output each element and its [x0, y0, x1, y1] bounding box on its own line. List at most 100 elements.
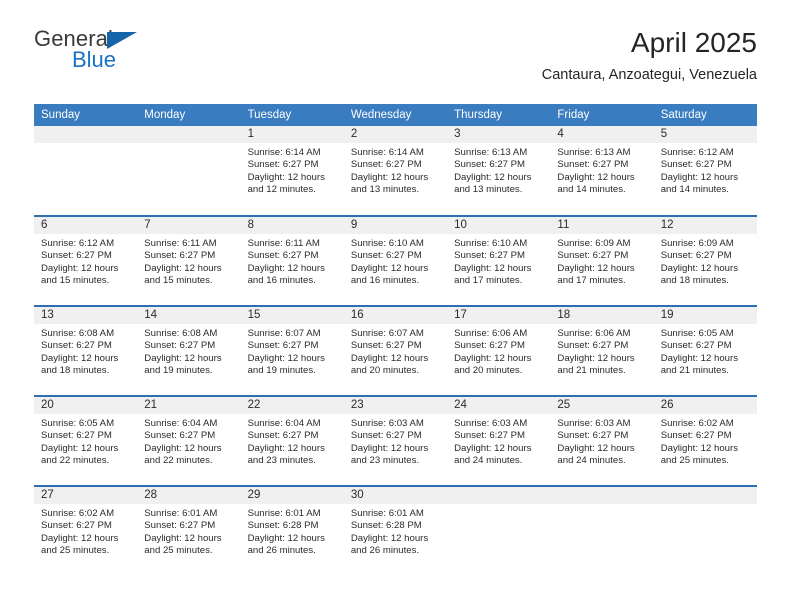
day-sunrise-text: Sunrise: 6:13 AM	[454, 147, 528, 158]
day-sunrise-text: Sunrise: 6:14 AM	[247, 147, 321, 158]
day-details: Sunrise: 6:07 AM Sunset: 6:27 PM Daylight:…	[344, 324, 447, 378]
day-sunrise-text: Sunrise: 6:05 AM	[660, 328, 734, 339]
day-daylight-line1-text: Daylight: 12 hours	[41, 532, 119, 544]
day-sunset-text: Sunset: 6:27 PM	[41, 430, 112, 442]
calendar-day-cell[interactable]: 3 Sunrise: 6:13 AM Sunset: 6:27 PM Daylight…	[447, 126, 551, 216]
day-number: 21	[137, 397, 241, 414]
day-sunset-text: Sunset: 6:27 PM	[144, 520, 216, 532]
calendar-day-cell[interactable]: 11 Sunrise: 6:09 AM Sunset: 6:27 PM Dayligh…	[550, 215, 654, 306]
day-sunrise-text: Sunrise: 6:01 AM	[247, 508, 321, 519]
calendar-day-cell[interactable]: 30 Sunrise: 6:01 AM Sunset: 6:28 PM Dayligh…	[343, 485, 448, 576]
general-blue-logo[interactable]: General Blue	[34, 26, 234, 88]
day-daylight-line1-text: Daylight: 12 hours	[660, 352, 739, 364]
day-details: Sunrise: 6:08 AM Sunset: 6:27 PM Daylight:…	[34, 324, 137, 378]
calendar-day-cell[interactable]: 6 Sunrise: 6:12 AM Sunset: 6:27 PM Daylight…	[34, 215, 138, 306]
calendar-day-cell[interactable]: 8 Sunrise: 6:11 AM Sunset: 6:27 PM Daylight…	[240, 215, 344, 306]
calendar-day-cell[interactable]: 1 Sunrise: 6:14 AM Sunset: 6:27 PM Daylight…	[240, 126, 344, 216]
day-sunrise-text: Sunrise: 6:03 AM	[350, 418, 424, 429]
day-number	[550, 487, 654, 504]
calendar-day-cell[interactable]: 26 Sunrise: 6:02 AM Sunset: 6:27 PM Dayligh…	[653, 395, 757, 486]
day-daylight-line2-text: and 18 minutes.	[41, 365, 110, 377]
calendar-day-cell[interactable]: 12 Sunrise: 6:09 AM Sunset: 6:27 PM Dayligh…	[653, 215, 757, 306]
calendar-day-cell[interactable]: 2 Sunrise: 6:14 AM Sunset: 6:27 PM Daylight…	[343, 126, 448, 216]
day-daylight-line2-text: and 17 minutes.	[454, 275, 523, 287]
day-sunrise-text: Sunrise: 6:06 AM	[454, 328, 528, 339]
calendar-day-cell[interactable]: 9 Sunrise: 6:10 AM Sunset: 6:27 PM Daylight…	[343, 215, 448, 306]
day-daylight-line1-text: Daylight: 12 hours	[350, 442, 429, 454]
calendar-day-cell[interactable]: 10 Sunrise: 6:10 AM Sunset: 6:27 PM Dayligh…	[447, 215, 551, 306]
day-daylight-line2-text: and 25 minutes.	[41, 545, 110, 557]
calendar-day-cell[interactable]: 13 Sunrise: 6:08 AM Sunset: 6:27 PM Dayligh…	[34, 305, 138, 396]
day-number: 19	[653, 307, 757, 324]
day-daylight-line1-text: Daylight: 12 hours	[454, 171, 532, 183]
day-sunrise-text: Sunrise: 6:07 AM	[247, 328, 321, 339]
calendar-day-cell[interactable]: 28 Sunrise: 6:01 AM Sunset: 6:27 PM Dayligh…	[137, 485, 241, 576]
day-daylight-line1-text: Daylight: 12 hours	[247, 171, 325, 183]
day-daylight-line2-text: and 15 minutes.	[144, 275, 213, 287]
day-details: Sunrise: 6:11 AM Sunset: 6:27 PM Daylight:…	[137, 234, 240, 288]
day-daylight-line1-text: Daylight: 12 hours	[454, 352, 532, 364]
day-daylight-line2-text: and 24 minutes.	[557, 455, 626, 467]
day-details: Sunrise: 6:03 AM Sunset: 6:27 PM Daylight:…	[550, 414, 653, 468]
calendar-day-cell[interactable]: 5 Sunrise: 6:12 AM Sunset: 6:27 PM Daylight…	[653, 126, 757, 216]
day-daylight-line2-text: and 12 minutes.	[247, 184, 316, 196]
day-sunrise-text: Sunrise: 6:03 AM	[557, 418, 631, 429]
day-details: Sunrise: 6:05 AM Sunset: 6:27 PM Daylight:…	[654, 324, 757, 378]
day-sunrise-text: Sunrise: 6:09 AM	[557, 238, 631, 249]
day-sunrise-text: Sunrise: 6:03 AM	[454, 418, 528, 429]
day-number: 5	[653, 126, 757, 143]
calendar-day-cell[interactable]: 4 Sunrise: 6:13 AM Sunset: 6:27 PM Daylight…	[550, 126, 654, 216]
calendar-day-cell[interactable]: 27 Sunrise: 6:02 AM Sunset: 6:27 PM Dayligh…	[34, 485, 138, 576]
day-number	[653, 487, 757, 504]
calendar-day-cell[interactable]: 23 Sunrise: 6:03 AM Sunset: 6:27 PM Dayligh…	[343, 395, 448, 486]
calendar-day-cell[interactable]: 15 Sunrise: 6:07 AM Sunset: 6:27 PM Dayligh…	[240, 305, 344, 396]
day-sunset-text: Sunset: 6:27 PM	[660, 159, 732, 171]
calendar-day-cell[interactable]: 19 Sunrise: 6:05 AM Sunset: 6:27 PM Dayligh…	[653, 305, 757, 396]
day-daylight-line2-text: and 21 minutes.	[660, 365, 729, 377]
day-sunset-text: Sunset: 6:27 PM	[247, 340, 319, 352]
calendar-day-cell[interactable]: 25 Sunrise: 6:03 AM Sunset: 6:27 PM Dayligh…	[550, 395, 654, 486]
weekday-header-row: Sunday Monday Tuesday Wednesday Thursday Frid…	[34, 104, 757, 126]
calendar-day-cell[interactable]: 24 Sunrise: 6:03 AM Sunset: 6:27 PM Dayligh…	[447, 395, 551, 486]
day-details: Sunrise: 6:13 AM Sunset: 6:27 PM Daylight:…	[447, 143, 550, 197]
day-sunset-text: Sunset: 6:27 PM	[144, 430, 216, 442]
day-daylight-line1-text: Daylight: 12 hours	[41, 442, 119, 454]
calendar-day-cell[interactable]: 18 Sunrise: 6:06 AM Sunset: 6:27 PM Dayligh…	[550, 305, 654, 396]
day-daylight-line2-text: and 19 minutes.	[247, 365, 316, 377]
day-sunrise-text: Sunrise: 6:04 AM	[247, 418, 321, 429]
day-sunset-text: Sunset: 6:27 PM	[454, 430, 526, 442]
day-sunrise-text: Sunrise: 6:11 AM	[247, 238, 320, 249]
day-number: 17	[447, 307, 551, 324]
calendar-day-cell[interactable]: 7 Sunrise: 6:11 AM Sunset: 6:27 PM Daylight…	[137, 215, 241, 306]
day-daylight-line2-text: and 26 minutes.	[350, 545, 420, 557]
day-sunrise-text: Sunrise: 6:02 AM	[660, 418, 734, 429]
calendar-day-cell[interactable]: 17 Sunrise: 6:06 AM Sunset: 6:27 PM Dayligh…	[447, 305, 551, 396]
day-details: Sunrise: 6:03 AM Sunset: 6:27 PM Daylight:…	[447, 414, 550, 468]
weekday-header-wednesday: Wednesday	[343, 104, 448, 126]
day-number: 14	[137, 307, 241, 324]
calendar-week-row: 6 Sunrise: 6:12 AM Sunset: 6:27 PM Daylight…	[34, 215, 757, 306]
day-sunset-text: Sunset: 6:27 PM	[144, 340, 216, 352]
day-daylight-line1-text: Daylight: 12 hours	[247, 352, 325, 364]
day-sunrise-text: Sunrise: 6:09 AM	[660, 238, 734, 249]
day-details: Sunrise: 6:10 AM Sunset: 6:27 PM Daylight:…	[344, 234, 447, 288]
day-sunset-text: Sunset: 6:27 PM	[557, 250, 629, 262]
weekday-header-sunday: Sunday	[34, 104, 138, 126]
weekday-header-thursday: Thursday	[447, 104, 551, 126]
calendar-day-cell[interactable]: 16 Sunrise: 6:07 AM Sunset: 6:27 PM Dayligh…	[343, 305, 448, 396]
calendar-day-cell[interactable]: 20 Sunrise: 6:05 AM Sunset: 6:27 PM Dayligh…	[34, 395, 138, 486]
calendar-day-cell[interactable]: 21 Sunrise: 6:04 AM Sunset: 6:27 PM Dayligh…	[137, 395, 241, 486]
calendar-day-cell[interactable]: 22 Sunrise: 6:04 AM Sunset: 6:27 PM Dayligh…	[240, 395, 344, 486]
day-daylight-line1-text: Daylight: 12 hours	[454, 442, 532, 454]
day-sunrise-text: Sunrise: 6:12 AM	[660, 147, 734, 158]
calendar-day-cell[interactable]: 29 Sunrise: 6:01 AM Sunset: 6:28 PM Dayligh…	[240, 485, 344, 576]
day-details: Sunrise: 6:04 AM Sunset: 6:27 PM Daylight:…	[137, 414, 240, 468]
calendar-day-cell[interactable]: 14 Sunrise: 6:08 AM Sunset: 6:27 PM Dayligh…	[137, 305, 241, 396]
day-details: Sunrise: 6:04 AM Sunset: 6:27 PM Daylight:…	[241, 414, 344, 468]
day-details: Sunrise: 6:09 AM Sunset: 6:27 PM Daylight:…	[654, 234, 757, 288]
day-details: Sunrise: 6:01 AM Sunset: 6:27 PM Daylight:…	[137, 504, 240, 558]
day-details: Sunrise: 6:13 AM Sunset: 6:27 PM Daylight:…	[550, 143, 653, 197]
page-header: General Blue April 2025 Cantaura, Anzoat…	[34, 26, 757, 94]
day-daylight-line1-text: Daylight: 12 hours	[557, 262, 635, 274]
day-sunrise-text: Sunrise: 6:07 AM	[350, 328, 424, 339]
